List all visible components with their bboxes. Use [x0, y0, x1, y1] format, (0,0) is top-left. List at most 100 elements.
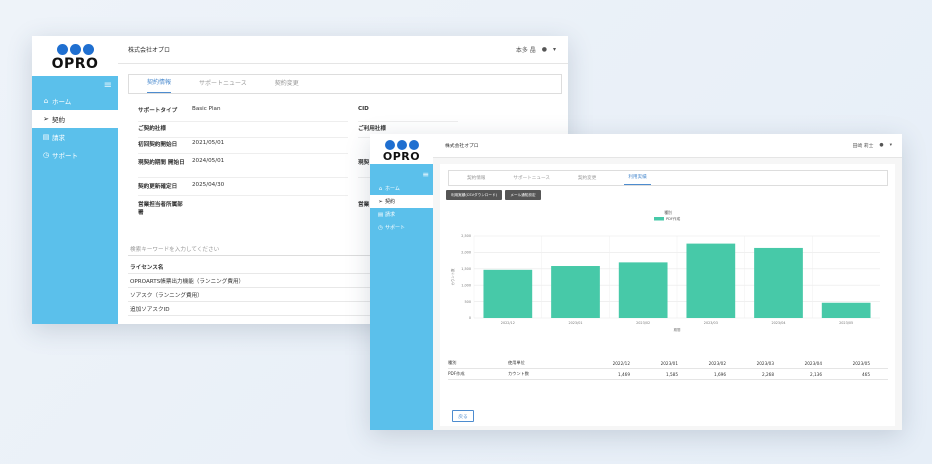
bar-2023-01 — [551, 266, 600, 318]
sidebar: OPRO ≡ ⌂ ホーム ➢ 契約 ▤ 請求 ◷ サポート — [370, 134, 433, 430]
chevron-down-icon: ▾ — [552, 46, 556, 53]
sidebar-item-home[interactable]: ⌂ ホーム — [32, 92, 118, 110]
usage-table-header: 種別 使用単位 2022/12 2023/01 2023/02 2023/03 2023/0… — [448, 358, 888, 369]
table-cell: 2,268 — [762, 371, 774, 377]
x-tick-label: 2022/12 — [501, 321, 515, 325]
sidebar-item-home[interactable]: ⌂ ホーム — [370, 182, 433, 195]
tab-contract-change[interactable]: 契約変更 — [578, 175, 596, 185]
sidebar-item-label: サポート — [385, 225, 406, 231]
home-icon: ⌂ — [43, 97, 49, 105]
table-header-cell: 2023/05 — [852, 360, 870, 366]
logo-dots — [384, 140, 419, 150]
legend-label: PDF作成 — [666, 216, 681, 221]
sidebar-item-billing[interactable]: ▤ 請求 — [32, 128, 118, 146]
user-name: 田崎 莉士 — [852, 144, 874, 149]
hamburger-menu-icon[interactable]: ≡ — [32, 78, 118, 92]
table-header-cell: 2023/02 — [708, 360, 726, 366]
table-header-cell: 2022/12 — [612, 360, 630, 366]
usage-chart: 種別 PDF作成 0 500 1,000 1,500 2,000 2,500 カウント数 2022… — [448, 206, 888, 340]
table-cell: カウント数 — [508, 371, 529, 376]
detail-row: ご契約社様 — [138, 122, 348, 138]
company-name: 株式会社オプロ — [445, 144, 479, 149]
bar-2023-05 — [821, 302, 871, 318]
contract-icon: ➢ — [378, 198, 383, 205]
tab-contract-info[interactable]: 契約情報 — [147, 77, 172, 93]
x-tick-label: 2023/05 — [839, 321, 853, 325]
back-button[interactable]: 戻る — [452, 410, 474, 422]
support-icon: ◷ — [378, 224, 383, 231]
sidebar-item-label: 請求 — [52, 134, 65, 142]
table-row: PDF作成 カウント数 1,469 1,585 1,696 2,268 2,136 465 — [448, 369, 888, 380]
sidebar-item-support[interactable]: ◷ サポート — [32, 146, 118, 164]
tab-support-news[interactable]: サポートニュース — [513, 175, 550, 185]
sidebar-item-label: ホーム — [52, 98, 72, 106]
tab-support-news[interactable]: サポートニュース — [199, 78, 247, 93]
hamburger-menu-icon[interactable]: ≡ — [370, 170, 433, 182]
sidebar-item-label: サポート — [52, 152, 78, 160]
billing-icon: ▤ — [42, 133, 50, 141]
user-icon: ● — [541, 46, 547, 53]
x-tick-label: 2023/04 — [771, 321, 785, 325]
logo-area: OPRO — [32, 36, 118, 76]
tab-contract-info[interactable]: 契約情報 — [467, 175, 485, 185]
sidebar-item-contract[interactable]: ➢ 契約 — [370, 195, 433, 208]
sidebar-item-support[interactable]: ◷ サポート — [370, 221, 433, 234]
main-content: 契約情報 サポートニュース 契約変更 利用実績 利用実績(CSVダウンロード) … — [440, 164, 895, 426]
header: 株式会社オプロ 田崎 莉士 ● ▾ — [433, 134, 902, 158]
sidebar-item-label: 請求 — [385, 212, 396, 218]
detail-row: 初回契約開始日 2021/05/01 — [138, 138, 348, 154]
csv-download-button[interactable]: 利用実績(CSVダウンロード) — [446, 190, 502, 200]
header: 株式会社オプロ 本多 晶 ● ▾ — [118, 36, 568, 64]
detail-row: 現契約期間 開始日 2024/05/01 — [138, 154, 348, 178]
table-cell: 2,136 — [810, 371, 822, 377]
user-icon: ● — [879, 143, 884, 148]
table-cell: PDF作成 — [448, 371, 465, 376]
sidebar-item-contract[interactable]: ➢ 契約 — [32, 110, 118, 128]
y-axis-label: カウント数 — [450, 268, 455, 286]
opro-logo[interactable]: OPRO — [32, 44, 118, 72]
home-icon: ⌂ — [378, 185, 383, 192]
tab-bar: 契約情報 サポートニュース 契約変更 利用実績 — [448, 170, 888, 186]
y-tick-label: 500 — [465, 300, 471, 304]
contract-icon: ➢ — [43, 115, 49, 123]
company-name: 株式会社オプロ — [128, 47, 171, 54]
table-cell: 1,469 — [618, 371, 630, 377]
opro-logo[interactable]: OPRO — [370, 140, 433, 163]
y-tick-label: 2,000 — [461, 251, 471, 255]
usage-chart-svg: 種別PDF作成 0 500 1,000 1,500 2,000 2,500 カウント数 2022… — [450, 210, 880, 332]
x-axis-label: 期間 — [674, 327, 681, 332]
legend-swatch — [654, 217, 664, 221]
y-tick-label: 2,500 — [461, 234, 471, 238]
table-cell: 1,585 — [666, 371, 678, 377]
chart-title: 種別 — [664, 210, 672, 215]
tab-bar: 契約情報 サポートニュース 契約変更 — [128, 74, 562, 94]
mail-settings-button[interactable]: メール通知設定 — [505, 190, 541, 200]
user-menu[interactable]: 本多 晶 ● ▾ — [516, 45, 556, 54]
logo-text: OPRO — [51, 56, 99, 72]
y-tick-label: 0 — [469, 316, 471, 320]
tab-usage[interactable]: 利用実績 — [624, 174, 651, 185]
bar-2022-12 — [483, 269, 533, 318]
user-menu[interactable]: 田崎 莉士 ● ▾ — [853, 142, 892, 149]
tab-contract-change[interactable]: 契約変更 — [275, 78, 299, 93]
user-name: 本多 晶 — [515, 47, 536, 54]
sidebar-item-billing[interactable]: ▤ 請求 — [370, 208, 433, 221]
chevron-down-icon: ▾ — [889, 143, 892, 148]
x-tick-label: 2023/03 — [704, 321, 718, 325]
logo-dots — [56, 44, 94, 55]
y-tick-label: 1,000 — [461, 283, 471, 287]
detail-row: 契約更新確定日 2025/04/30 — [138, 178, 348, 196]
table-header-cell: 2023/04 — [804, 360, 822, 366]
bar-2023-03 — [686, 243, 736, 318]
logo-area: OPRO — [370, 134, 433, 164]
sidebar-item-label: ホーム — [385, 186, 400, 192]
usage-table: 種別 使用単位 2022/12 2023/01 2023/02 2023/03 2023/0… — [448, 358, 888, 380]
contract-details: サポートタイプ Basic Plan ご契約社様 初回契約開始日 2021/05/0… — [138, 106, 348, 222]
logo-text: OPRO — [382, 150, 421, 163]
table-header-cell: 2023/03 — [756, 360, 774, 366]
detail-row: サポートタイプ Basic Plan — [138, 106, 348, 122]
table-cell: 1,696 — [714, 371, 726, 377]
sidebar-item-label: 契約 — [52, 116, 65, 124]
usage-window-front: OPRO ≡ ⌂ ホーム ➢ 契約 ▤ 請求 ◷ サポート 株式会社オプロ 田崎… — [370, 134, 902, 430]
sidebar: OPRO ≡ ⌂ ホーム ➢ 契約 ▤ 請求 ◷ サポート — [32, 36, 118, 324]
